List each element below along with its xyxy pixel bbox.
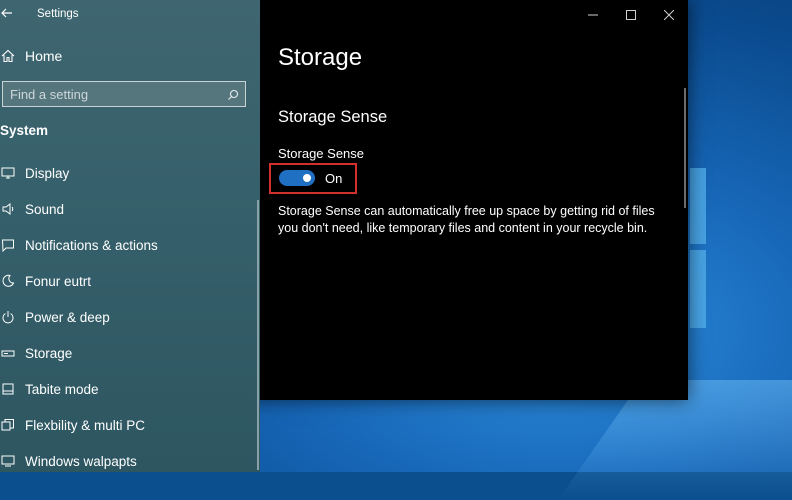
sidebar-item-label: Windows walpapts — [25, 453, 137, 469]
toggle-state: On — [325, 170, 343, 186]
home-label: Home — [25, 48, 63, 64]
multitasking-icon — [0, 417, 16, 433]
sidebar-item-label: Fonur eutrt — [25, 273, 92, 289]
sidebar-item-display[interactable]: Display — [0, 155, 255, 191]
window-title: Settings — [37, 8, 79, 20]
sidebar-item-tablet-mode[interactable]: Tabite mode — [0, 371, 255, 407]
description-text: Storage Sense can automatically free up … — [278, 204, 655, 235]
maximize-button[interactable] — [612, 0, 650, 30]
sidebar-item-notifications[interactable]: Notifications & actions — [0, 227, 255, 263]
window-controls — [574, 0, 688, 30]
sidebar-item-storage[interactable]: Storage — [0, 335, 255, 371]
home-icon — [0, 48, 16, 64]
display-icon — [0, 165, 16, 181]
windows-logo-pane — [690, 250, 706, 328]
search-box[interactable] — [2, 81, 246, 107]
settings-window: Settings Home System Display — [0, 0, 688, 472]
maximize-icon — [626, 10, 636, 20]
projecting-icon — [0, 453, 16, 469]
sidebar-item-power[interactable]: Power & deep — [0, 299, 255, 335]
sidebar-item-multitasking[interactable]: Flexbility & multi PC — [0, 407, 255, 443]
close-icon — [664, 10, 674, 20]
sidebar-item-label: Power & deep — [25, 309, 110, 325]
sidebar-nav: Display Sound Notifications & actions Fo… — [0, 155, 255, 479]
sidebar-item-sound[interactable]: Sound — [0, 191, 255, 227]
search-icon[interactable] — [227, 88, 239, 100]
toggle-knob — [303, 174, 311, 182]
storage-icon — [0, 345, 16, 361]
tablet-mode-icon — [0, 381, 16, 397]
sidebar-item-projecting[interactable]: Windows walpapts — [0, 443, 255, 479]
toggle-label: Storage Sense — [278, 146, 365, 161]
section-heading: Storage Sense — [278, 108, 388, 126]
page-title: Storage — [278, 44, 363, 71]
title-bar: Settings — [0, 0, 260, 30]
sidebar-item-home[interactable]: Home — [0, 44, 250, 68]
content-pane: Storage Storage Sense Storage Sense On S… — [260, 0, 688, 400]
sidebar-item-label: Notifications & actions — [25, 237, 158, 253]
toggle-switch[interactable] — [279, 170, 315, 186]
close-button[interactable] — [650, 0, 688, 30]
sidebar-item-label: Tabite mode — [25, 381, 99, 397]
focus-assist-icon — [0, 273, 16, 289]
sidebar-item-focus-assist[interactable]: Fonur eutrt — [0, 263, 255, 299]
windows-logo-pane — [690, 168, 706, 244]
sidebar-item-label: Flexbility & multi PC — [25, 417, 146, 433]
power-icon — [0, 309, 16, 325]
minimize-icon — [588, 14, 598, 16]
sidebar-scrollbar[interactable] — [257, 200, 259, 470]
sidebar-item-label: Storage — [25, 345, 73, 361]
sidebar-item-label: Sound — [25, 201, 65, 217]
back-arrow-icon[interactable] — [0, 6, 16, 22]
storage-sense-toggle[interactable]: On — [279, 170, 342, 186]
section-label-system: System — [0, 123, 49, 138]
sound-icon — [0, 201, 16, 217]
minimize-button[interactable] — [574, 0, 612, 30]
notifications-icon — [0, 237, 16, 253]
sidebar-item-label: Display — [25, 165, 70, 181]
sidebar: Settings Home System Display — [0, 0, 260, 472]
content-scrollbar[interactable] — [684, 88, 686, 208]
search-input[interactable] — [10, 86, 227, 102]
